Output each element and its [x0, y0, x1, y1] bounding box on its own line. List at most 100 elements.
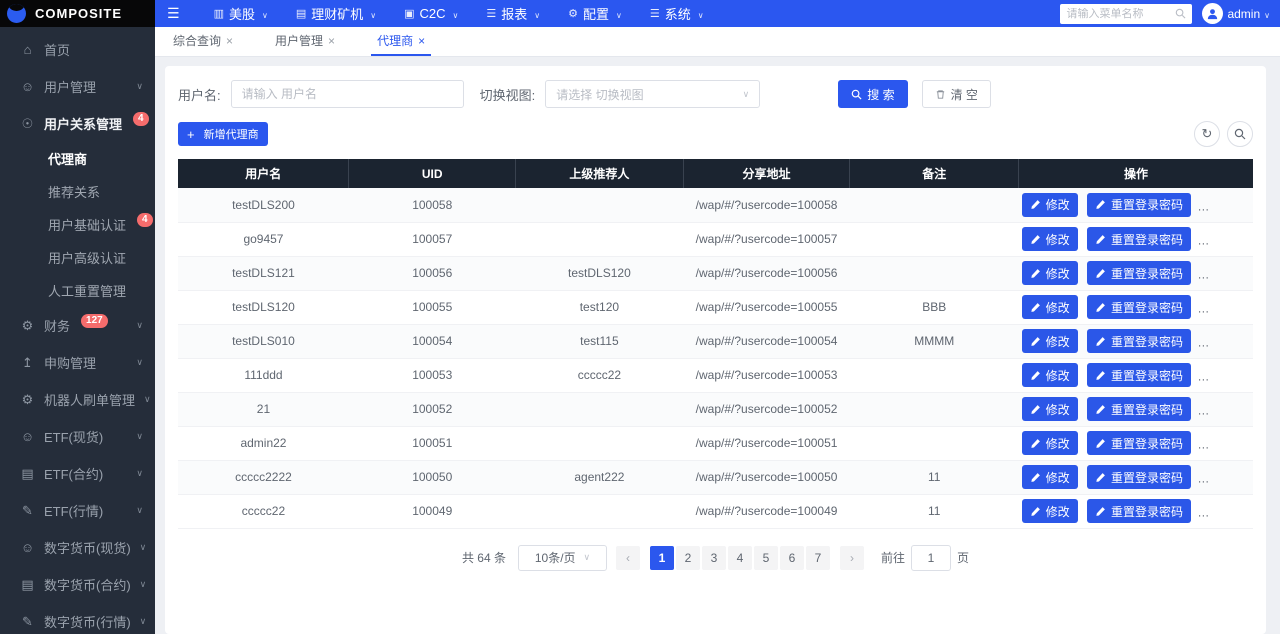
column-search-button[interactable]	[1227, 121, 1253, 147]
sidebar-item[interactable]: ▤ 数字货币(合约) ∨	[0, 566, 155, 603]
google-verify-button[interactable]: 谷歌验证	[1200, 465, 1253, 489]
tab[interactable]: 用户管理 ×	[269, 27, 341, 56]
view-switch-select[interactable]: 请选择 切换视图 ∨	[545, 80, 760, 108]
sidebar-item[interactable]: ✎ ETF(行情) ∨	[0, 492, 155, 529]
sidebar-item[interactable]: ▤ ETF(合约) ∨	[0, 455, 155, 492]
pencil-icon	[1030, 336, 1041, 347]
google-verify-button[interactable]: 谷歌验证	[1200, 329, 1253, 353]
chevron-icon[interactable]: ∨	[136, 505, 143, 516]
reset-password-button[interactable]: 重置登录密码	[1087, 193, 1191, 217]
hamburger-menu-icon[interactable]: ☰	[167, 5, 180, 22]
edit-button[interactable]: 修改	[1022, 397, 1078, 421]
chevron-icon[interactable]: ∨	[140, 542, 147, 553]
sidebar-item[interactable]: ⚙ 财务 127 ∨	[0, 307, 155, 344]
reset-password-button[interactable]: 重置登录密码	[1087, 431, 1191, 455]
page-button[interactable]: 4	[728, 546, 752, 570]
reset-password-button[interactable]: 重置登录密码	[1087, 227, 1191, 251]
reset-password-button[interactable]: 重置登录密码	[1087, 499, 1191, 523]
user-menu[interactable]: admin	[1202, 3, 1270, 24]
nav-menu-label: 美股	[229, 4, 255, 23]
google-verify-button[interactable]: 谷歌验证	[1200, 227, 1253, 251]
chevron-icon[interactable]: ∨	[140, 616, 147, 627]
nav-menu-item[interactable]: ⚙ 配置	[554, 4, 636, 23]
google-verify-button[interactable]: 谷歌验证	[1200, 363, 1253, 387]
nav-menu-item[interactable]: ☰ 系统	[636, 4, 718, 23]
next-page-button[interactable]: ›	[840, 546, 864, 570]
close-icon[interactable]: ×	[418, 35, 425, 47]
edit-button[interactable]: 修改	[1022, 193, 1078, 217]
sidebar-item[interactable]: 用户基础认证 4	[0, 208, 155, 241]
google-verify-button[interactable]: 谷歌验证	[1200, 261, 1253, 285]
reset-password-button[interactable]: 重置登录密码	[1087, 295, 1191, 319]
reset-password-button[interactable]: 重置登录密码	[1087, 329, 1191, 353]
edit-button[interactable]: 修改	[1022, 295, 1078, 319]
clear-button[interactable]: 清 空	[922, 80, 991, 108]
menu-search-input[interactable]	[1066, 8, 1175, 20]
page-button[interactable]: 5	[754, 546, 778, 570]
google-verify-button[interactable]: 谷歌验证	[1200, 431, 1253, 455]
sidebar-item[interactable]: 推荐关系	[0, 175, 155, 208]
sidebar-item-label: 用户基础认证	[48, 215, 126, 234]
reset-password-button[interactable]: 重置登录密码	[1087, 363, 1191, 387]
search-button[interactable]: 搜 索	[838, 80, 907, 108]
sidebar-item[interactable]: 用户高级认证	[0, 241, 155, 274]
menu-search-box[interactable]	[1060, 4, 1192, 24]
edit-button[interactable]: 修改	[1022, 329, 1078, 353]
google-verify-button[interactable]: 谷歌验证	[1200, 193, 1253, 217]
chevron-icon[interactable]: ∨	[136, 357, 143, 368]
reset-password-button[interactable]: 重置登录密码	[1087, 397, 1191, 421]
google-verify-button[interactable]: 谷歌验证	[1200, 397, 1253, 421]
chevron-icon[interactable]: ∨	[136, 431, 143, 442]
nav-menu-item[interactable]: ▤ 理财矿机	[282, 4, 390, 23]
edit-button[interactable]: 修改	[1022, 431, 1078, 455]
doc-icon: ▤	[296, 7, 306, 20]
chevron-icon[interactable]: ∨	[140, 579, 147, 590]
sidebar-item[interactable]: ☺ 用户管理 ∨	[0, 68, 155, 105]
page-button[interactable]: 1	[650, 546, 674, 570]
google-verify-button[interactable]: 谷歌验证	[1200, 499, 1253, 523]
page-button[interactable]: 6	[780, 546, 804, 570]
add-agent-button[interactable]: 新增代理商	[178, 122, 268, 146]
chevron-icon[interactable]: ∨	[136, 81, 143, 92]
tab[interactable]: 综合查询 ×	[167, 27, 239, 56]
chevron-icon[interactable]: ∨	[136, 320, 143, 331]
reset-password-button[interactable]: 重置登录密码	[1087, 261, 1191, 285]
pencil-icon	[1095, 336, 1106, 347]
sidebar-item[interactable]: 代理商	[0, 142, 155, 175]
goto-page-input[interactable]	[911, 545, 951, 571]
edit-button[interactable]: 修改	[1022, 261, 1078, 285]
cell-actions: 修改 重置登录密码 谷歌验证	[1019, 392, 1253, 426]
close-icon[interactable]: ×	[328, 35, 335, 47]
agents-table: 用户名 UID 上级推荐人 分享地址 备注 操作 testDLS200 1000…	[178, 159, 1253, 529]
sidebar-item[interactable]: ☺ ETF(现货) ∨	[0, 418, 155, 455]
chevron-icon[interactable]: ∨	[144, 394, 151, 405]
cell-share-url: /wap/#/?usercode=100054	[683, 324, 850, 358]
nav-menu-item[interactable]: ☰ 报表	[472, 4, 554, 23]
nav-menu-item[interactable]: ▣ C2C	[390, 4, 472, 23]
edit-button[interactable]: 修改	[1022, 363, 1078, 387]
sidebar-item[interactable]: ☉ 用户关系管理 4 ∧	[0, 105, 155, 142]
sidebar-item[interactable]: ✎ 数字货币(行情) ∨	[0, 603, 155, 634]
page-button[interactable]: 3	[702, 546, 726, 570]
edit-button[interactable]: 修改	[1022, 499, 1078, 523]
chevron-icon[interactable]: ∨	[136, 468, 143, 479]
edit-button[interactable]: 修改	[1022, 227, 1078, 251]
username-filter-input[interactable]	[231, 80, 464, 108]
google-verify-button[interactable]: 谷歌验证	[1200, 295, 1253, 319]
sidebar-item[interactable]: ⚙ 机器人刷单管理 ∨	[0, 381, 155, 418]
prev-page-button[interactable]: ‹	[616, 546, 640, 570]
tab[interactable]: 代理商 ×	[371, 27, 431, 56]
filter-row: 用户名: 切换视图: 请选择 切换视图 ∨ 搜 索 清 空	[178, 80, 1253, 108]
page-size-select[interactable]: 10条/页 ∨	[518, 545, 607, 571]
sidebar-item[interactable]: ↥ 申购管理 ∨	[0, 344, 155, 381]
sidebar-item[interactable]: 人工重置管理	[0, 274, 155, 307]
sidebar-item[interactable]: ☺ 数字货币(现货) ∨	[0, 529, 155, 566]
nav-menu-item[interactable]: ▥ 美股	[200, 4, 282, 23]
page-button[interactable]: 2	[676, 546, 700, 570]
page-button[interactable]: 7	[806, 546, 830, 570]
sidebar-item[interactable]: ⌂ 首页	[0, 31, 155, 68]
edit-button[interactable]: 修改	[1022, 465, 1078, 489]
reset-password-button[interactable]: 重置登录密码	[1087, 465, 1191, 489]
refresh-button[interactable]: ↻	[1194, 121, 1220, 147]
close-icon[interactable]: ×	[226, 35, 233, 47]
